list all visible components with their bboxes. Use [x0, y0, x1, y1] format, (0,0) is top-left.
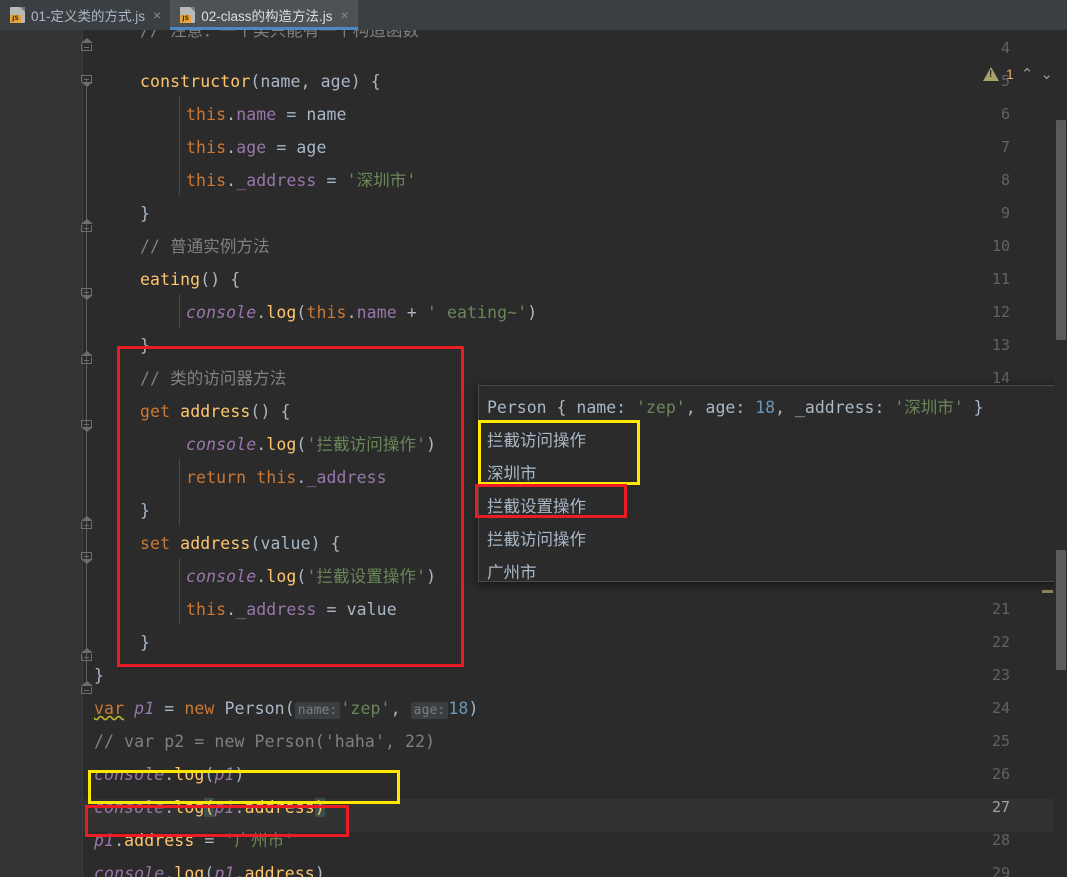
editor-tab-bar: 01-定义类的方式.js × 02-class的构造方法.js ×	[0, 0, 1067, 30]
js-file-icon	[10, 7, 25, 23]
inlay-hint-age: age:	[410, 702, 449, 719]
close-icon[interactable]: ×	[151, 8, 161, 22]
warning-count: 1	[1006, 66, 1014, 82]
code-line-14: // 类的访问器方法	[140, 369, 287, 388]
code-line-22: }	[140, 633, 151, 652]
tab-01-define-class[interactable]: 01-定义类的方式.js ×	[0, 0, 171, 30]
console-line: 广州市	[487, 563, 537, 582]
code-line-19: set address(value) {	[140, 534, 341, 553]
tab-label: 01-定义类的方式.js	[31, 9, 146, 24]
code-line-28: p1.address = '广州市'	[94, 831, 295, 850]
code-line-6: this.name = name	[186, 105, 347, 124]
tab-label: 02-class的构造方法.js	[201, 9, 333, 24]
code-line-21: this._address = value	[186, 600, 397, 619]
indent-guide	[179, 558, 180, 624]
code-line-5: constructor(name, age) {	[140, 72, 381, 91]
code-line-9: }	[140, 204, 151, 223]
js-file-icon	[180, 7, 196, 23]
indent-guide	[179, 459, 180, 525]
code-line-26: console.log(p1)	[94, 765, 245, 784]
code-line-17: return this._address	[186, 468, 387, 487]
code-line-12: console.log(this.name + ' eating~')	[186, 303, 538, 322]
code-line-27: console.log(p1.address)	[94, 798, 325, 817]
editor-scrollbar-track[interactable]	[1054, 30, 1067, 877]
code-line-25: // var p2 = new Person('haha', 22)	[94, 732, 436, 751]
console-line: 深圳市	[487, 464, 537, 483]
inspection-widget[interactable]: 1 ⌃ ⌄	[983, 66, 1053, 82]
chevron-down-icon[interactable]: ⌄	[1040, 66, 1053, 82]
warning-marker[interactable]	[1042, 590, 1053, 593]
console-line: 拦截访问操作	[487, 530, 586, 549]
code-line-24: var p1 = new Person(name:'zep', age: 18)	[94, 699, 479, 719]
code-line-11: eating() {	[140, 270, 241, 289]
editor-scrollbar-thumb[interactable]	[1056, 120, 1066, 340]
code-line-23: }	[94, 666, 105, 685]
code-line-13: }	[140, 336, 151, 355]
inlay-hint-name: name:	[294, 702, 341, 719]
chevron-up-icon[interactable]: ⌃	[1021, 66, 1034, 82]
code-line-4: // 注意：一个类只能有一个构造函数	[140, 30, 420, 40]
console-line-object: Person { name: 'zep', age: 18, _address:…	[487, 398, 984, 417]
console-output-panel[interactable]: Person { name: 'zep', age: 18, _address:…	[478, 385, 1067, 582]
code-line-7: this.age = age	[186, 138, 327, 157]
console-line: 拦截访问操作	[487, 431, 586, 450]
warning-triangle-icon	[983, 67, 1000, 81]
tab-02-class-constructor[interactable]: 02-class的构造方法.js ×	[170, 0, 359, 30]
line-number-gutter	[0, 30, 82, 877]
code-line-8: this._address = '深圳市'	[186, 171, 417, 190]
code-line-20: console.log('拦截设置操作')	[186, 567, 437, 586]
code-editor[interactable]: 4 5 6 7 8 9 10 11 12 13 14 15 16 17 18 1…	[0, 30, 1067, 877]
code-line-18: }	[140, 501, 151, 520]
close-icon[interactable]: ×	[338, 8, 348, 22]
editor-scrollbar-thumb-lower[interactable]	[1056, 550, 1066, 670]
code-line-15: get address() {	[140, 402, 291, 421]
indent-guide	[179, 294, 180, 327]
indent-guide	[179, 96, 180, 195]
console-line: 拦截设置操作	[487, 497, 586, 516]
code-line-10: // 普通实例方法	[140, 237, 270, 256]
code-line-29: console.log(p1.address)	[94, 864, 325, 877]
code-line-16: console.log('拦截访问操作')	[186, 435, 437, 454]
